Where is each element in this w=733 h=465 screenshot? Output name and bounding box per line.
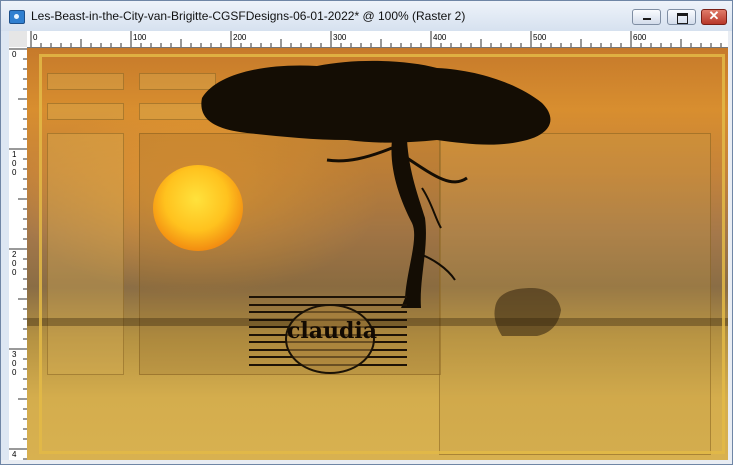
close-icon: ✕ <box>708 8 720 23</box>
close-button[interactable]: ✕ <box>701 8 727 25</box>
ruler-label: 0 <box>12 268 17 277</box>
watermark-text: claudia <box>287 318 377 344</box>
horizontal-ruler: 0 100 200 300 400 500 600 <box>27 31 728 48</box>
ruler-label: 500 <box>533 33 547 42</box>
ruler-label: 3 <box>12 350 17 359</box>
image-canvas[interactable]: claudia <box>27 48 728 460</box>
vertical-ruler: 01002003004 <box>9 47 28 460</box>
maximize-button[interactable] <box>667 9 696 25</box>
ruler-label: 300 <box>333 33 347 42</box>
ruler-label: 0 <box>12 368 17 377</box>
ruler-label: 0 <box>12 168 17 177</box>
claudia-watermark-seal: claudia <box>285 304 377 374</box>
image-window: Les-Beast-in-the-City-van-Brigitte-CGSFD… <box>0 0 733 465</box>
image-document-icon <box>9 10 25 24</box>
ruler-label: 0 <box>33 33 38 42</box>
ruler-label: 2 <box>12 250 17 259</box>
window-title: Les-Beast-in-the-City-van-Brigitte-CGSFD… <box>31 9 466 23</box>
golden-frame <box>39 54 725 454</box>
ruler-label: 0 <box>12 50 17 59</box>
ruler-label: 0 <box>12 259 17 268</box>
window-right-edge <box>728 31 732 464</box>
minimize-button[interactable] <box>632 9 661 25</box>
ruler-label: 4 <box>12 450 17 459</box>
title-bar[interactable]: Les-Beast-in-the-City-van-Brigitte-CGSFD… <box>1 1 732 31</box>
stripe-line <box>249 296 407 298</box>
ruler-label: 100 <box>133 33 147 42</box>
ruler-label: 600 <box>633 33 647 42</box>
ruler-corner <box>9 31 28 48</box>
ruler-label: 0 <box>12 159 17 168</box>
window-bottom-edge <box>1 460 732 464</box>
ruler-label: 400 <box>433 33 447 42</box>
ruler-label: 0 <box>12 359 17 368</box>
ruler-label: 200 <box>233 33 247 42</box>
ruler-label: 1 <box>12 150 17 159</box>
